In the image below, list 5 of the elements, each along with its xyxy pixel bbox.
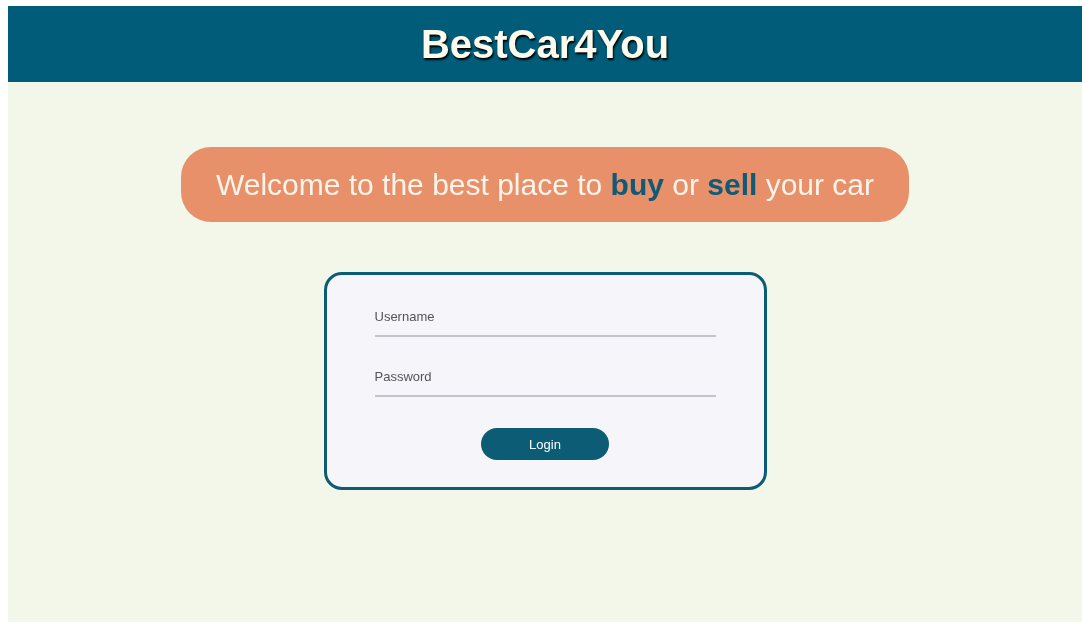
welcome-text: Welcome to the best place to buy or sell your car	[215, 167, 875, 202]
username-field[interactable]: Username	[374, 305, 716, 337]
password-field[interactable]: Password	[374, 365, 716, 397]
site-title: BestCar4You	[420, 21, 670, 67]
login-button[interactable]: Login	[481, 428, 609, 460]
